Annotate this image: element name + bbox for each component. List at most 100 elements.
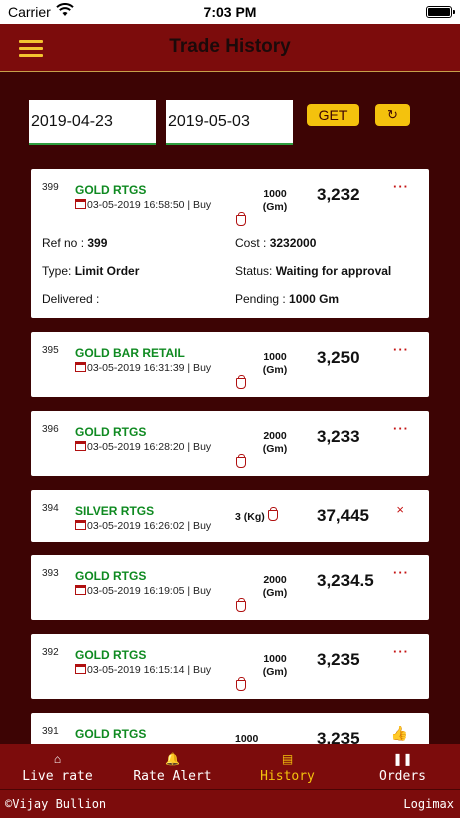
get-button[interactable]: GET (307, 104, 359, 126)
app-header: Trade History (0, 24, 460, 72)
from-date-input[interactable] (29, 100, 156, 145)
product-name: GOLD RTGS (75, 648, 147, 662)
more-dots-icon[interactable]: ··· (393, 565, 409, 580)
weight-bag-icon (236, 598, 246, 612)
ref-number: Ref no : 399 (42, 236, 107, 250)
delivered-quantity-label: Delivered : (42, 292, 100, 306)
trade-datetime: 03-05-2019 16:31:39 | Buy (75, 362, 211, 374)
quantity-value: 1000 (263, 653, 287, 665)
trade-datetime: 03-05-2019 16:19:05 | Buy (75, 585, 211, 597)
trade-card[interactable]: 391 GOLD RTGS 1000 3,235 👍 (31, 713, 429, 745)
date-filter: GET ↻ (0, 100, 460, 146)
trade-card[interactable]: 395 GOLD BAR RETAIL 03-05-2019 16:31:39 | … (31, 332, 429, 397)
trade-id: 392 (42, 647, 59, 658)
to-date-input[interactable] (166, 100, 293, 145)
more-dots-icon[interactable]: ··· (393, 421, 409, 436)
bell-icon: 🔔 (165, 752, 180, 766)
order-type-label: Type: (42, 264, 75, 278)
trade-quantity: 1000 (Gm) (262, 653, 288, 679)
weight-bag-icon (267, 507, 278, 521)
more-dots-icon[interactable]: ··· (393, 644, 409, 659)
quantity-value: 1000 (263, 351, 287, 363)
tab-label: Live rate (22, 769, 93, 784)
refresh-icon[interactable]: ↻ (375, 104, 410, 126)
trade-cost: Cost : 3232000 (235, 236, 316, 250)
trade-price: 3,233 (317, 427, 360, 446)
trade-quantity: 2000 (Gm) (262, 574, 288, 600)
trade-price: 3,235 (317, 650, 360, 669)
order-type: Type: Limit Order (42, 264, 139, 278)
close-icon[interactable]: × (396, 502, 405, 517)
home-icon: ⌂ (53, 752, 62, 766)
clock: 7:03 PM (203, 4, 257, 20)
history-icon: ▤ (281, 752, 294, 766)
trade-quantity: 1000 (Gm) (262, 188, 288, 214)
trade-datetime: 03-05-2019 16:26:02 | Buy (75, 520, 211, 532)
trade-datetime: 03-05-2019 16:15:14 | Buy (75, 664, 211, 676)
bottom-nav: ⌂ Live rate 🔔 Rate Alert ▤ History ❚❚ Orders (0, 744, 460, 789)
trade-cost-label: Cost : (235, 236, 270, 250)
order-type-value: Limit Order (74, 264, 140, 278)
datetime-text: 03-05-2019 16:19:05 | Buy (87, 585, 212, 597)
datetime-text: 03-05-2019 16:15:14 | Buy (87, 664, 212, 676)
powered-by-text: Logimax (403, 797, 454, 811)
delivered-quantity: Delivered : (42, 292, 99, 306)
weight-bag-icon (236, 454, 246, 468)
quantity-unit: (Gm) (262, 666, 288, 678)
pause-icon: ❚❚ (392, 752, 413, 766)
tab-orders[interactable]: ❚❚ Orders (345, 744, 460, 789)
more-dots-icon[interactable]: ··· (393, 342, 409, 357)
tab-label: History (260, 769, 315, 784)
calendar-icon (75, 362, 86, 372)
trade-card[interactable]: 399 GOLD RTGS 03-05-2019 16:58:50 | Buy 100… (31, 169, 429, 318)
trade-cost-value: 3232000 (269, 236, 317, 250)
product-name: GOLD RTGS (75, 569, 147, 583)
trade-quantity: 3 (Kg) (235, 507, 278, 524)
footer: ©Vijay Bullion Logimax (0, 789, 460, 818)
trade-card[interactable]: 392 GOLD RTGS 03-05-2019 16:15:14 | Buy 100… (31, 634, 429, 699)
trade-card[interactable]: 396 GOLD RTGS 03-05-2019 16:28:20 | Buy 200… (31, 411, 429, 476)
datetime-text: 03-05-2019 16:28:20 | Buy (87, 441, 212, 453)
tab-label: Rate Alert (133, 769, 212, 784)
pending-quantity: Pending : 1000 Gm (235, 292, 339, 306)
product-name: GOLD BAR RETAIL (75, 346, 185, 360)
quantity-value: 3 (Kg) (235, 511, 265, 523)
trade-id: 391 (42, 726, 59, 737)
product-name: GOLD RTGS (75, 425, 147, 439)
quantity-unit: (Gm) (262, 443, 288, 455)
tab-history[interactable]: ▤ History (230, 744, 345, 789)
trade-price: 37,445 (317, 506, 369, 525)
thumbs-up-icon[interactable]: 👍 (391, 725, 409, 742)
status-bar: Carrier 7:03 PM (0, 0, 460, 24)
calendar-icon (75, 520, 86, 530)
page-title: Trade History (169, 36, 291, 57)
ref-number-value: 399 (87, 236, 108, 250)
more-dots-icon[interactable]: ··· (393, 179, 409, 194)
datetime-text: 03-05-2019 16:31:39 | Buy (87, 362, 212, 374)
trade-list[interactable]: 399 GOLD RTGS 03-05-2019 16:58:50 | Buy 100… (31, 169, 429, 745)
pending-quantity-value: 1000 Gm (289, 292, 340, 306)
trade-card[interactable]: 393 GOLD RTGS 03-05-2019 16:19:05 | Buy 200… (31, 555, 429, 620)
tab-rate-alert[interactable]: 🔔 Rate Alert (115, 744, 230, 789)
calendar-icon (75, 199, 86, 209)
quantity-value: 2000 (263, 574, 287, 586)
trade-card[interactable]: 394 SILVER RTGS 03-05-2019 16:26:02 | Buy 3… (31, 490, 429, 542)
product-name: GOLD RTGS (75, 183, 147, 197)
order-status-label: Status: (235, 264, 276, 278)
trade-datetime: 03-05-2019 16:28:20 | Buy (75, 441, 211, 453)
trade-price: 3,232 (317, 185, 360, 204)
product-name: GOLD RTGS (75, 727, 147, 741)
product-name: SILVER RTGS (75, 504, 155, 518)
pending-quantity-label: Pending : (235, 292, 290, 306)
trade-quantity: 2000 (Gm) (262, 430, 288, 456)
order-status-value: Waiting for approval (275, 264, 392, 278)
quantity-value: 2000 (263, 430, 287, 442)
quantity-unit: (Gm) (262, 364, 288, 376)
calendar-icon (75, 585, 86, 595)
trade-id: 393 (42, 568, 59, 579)
tab-live-rate[interactable]: ⌂ Live rate (0, 744, 115, 789)
trade-quantity: 1000 (Gm) (262, 351, 288, 377)
copyright-text: ©Vijay Bullion (5, 797, 107, 811)
weight-bag-icon (236, 375, 246, 389)
trade-price: 3,235 (317, 729, 360, 745)
